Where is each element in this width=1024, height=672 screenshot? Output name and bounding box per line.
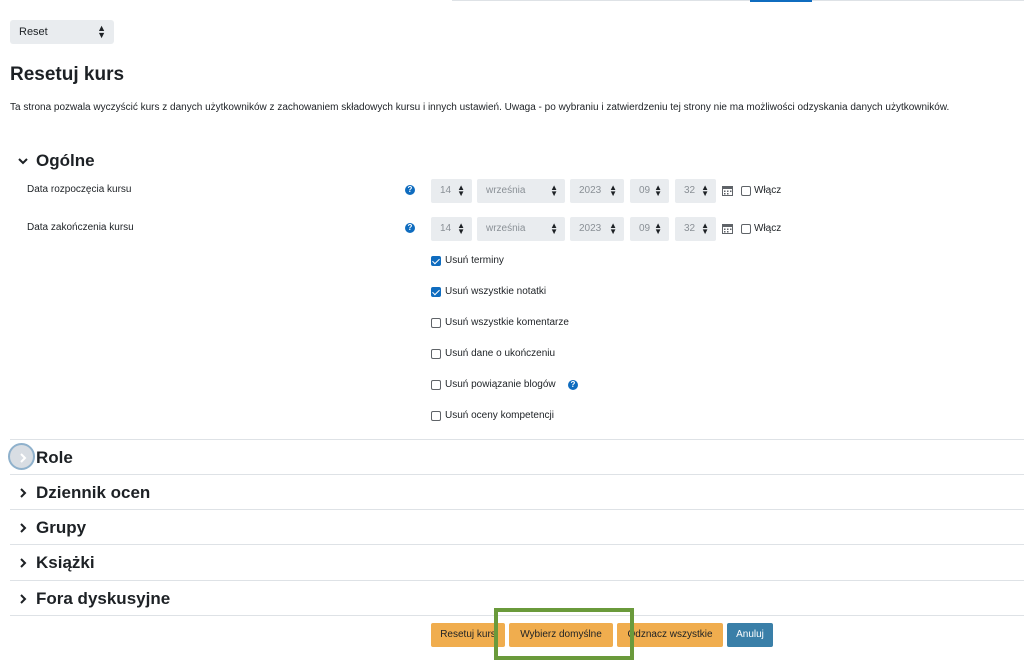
section-divider	[10, 439, 1024, 440]
page-intro: Ta strona pozwala wyczyścić kurs z danyc…	[10, 102, 950, 113]
start-date-label: Data rozpoczęcia kursu	[27, 184, 132, 195]
start-hour-select[interactable]: 09 ▲ ▼	[630, 179, 669, 203]
end-date-enable-label: Włącz	[754, 223, 782, 234]
calendar-icon[interactable]	[722, 223, 733, 234]
select-arrows-icon: ▲ ▼	[97, 23, 106, 40]
start-date-enable-checkbox[interactable]	[741, 186, 751, 196]
calendar-icon[interactable]	[722, 185, 733, 196]
course-admin-select[interactable]: Reset ▲ ▼	[10, 20, 114, 44]
end-day-select[interactable]: 14 ▲ ▼	[431, 217, 472, 241]
highlight-annotation	[494, 608, 634, 660]
chevron-right-icon	[20, 488, 27, 498]
chevron-right-icon	[20, 523, 27, 533]
section-books-title: Książki	[36, 553, 95, 572]
active-tab-indicator	[750, 0, 812, 2]
section-general-toggle[interactable]: Ogólne	[16, 151, 95, 171]
cancel-button[interactable]: Anuluj	[727, 623, 773, 647]
end-date-label: Data zakończenia kursu	[27, 222, 134, 233]
section-gradebook-title: Dziennik ocen	[36, 483, 151, 502]
start-day-select[interactable]: 14 ▲ ▼	[431, 179, 472, 203]
option-label: Usuń dane o ukończeniu	[445, 348, 556, 359]
section-divider	[10, 580, 1024, 581]
start-date-enable-label: Włącz	[754, 185, 782, 196]
option-checkbox[interactable]	[431, 287, 441, 297]
section-groups-toggle[interactable]: Grupy	[16, 518, 86, 538]
option-label: Usuń wszystkie komentarze	[445, 317, 569, 328]
option-label: Usuń oceny kompetencji	[445, 410, 554, 421]
option-label: Usuń powiązanie blogów	[445, 379, 556, 390]
start-month-select[interactable]: września ▲ ▼	[477, 179, 565, 203]
question-circle-icon[interactable]: ?	[405, 223, 415, 233]
question-circle-icon[interactable]: ?	[568, 380, 578, 390]
section-groups-title: Grupy	[36, 518, 87, 537]
option-checkbox[interactable]	[431, 380, 441, 390]
course-admin-select-value: Reset	[19, 26, 48, 38]
section-forums-toggle[interactable]: Fora dyskusyjne	[16, 589, 170, 609]
end-hour-select[interactable]: 09 ▲ ▼	[630, 217, 669, 241]
start-year-select[interactable]: 2023 ▲ ▼	[570, 179, 624, 203]
end-date-enable-checkbox[interactable]	[741, 224, 751, 234]
section-gradebook-toggle[interactable]: Dziennik ocen	[16, 483, 150, 503]
section-roles-title: Role	[36, 448, 73, 467]
section-divider	[10, 544, 1024, 545]
chevron-right-icon	[20, 453, 27, 463]
option-label: Usuń terminy	[445, 255, 504, 266]
option-checkbox[interactable]	[431, 411, 441, 421]
end-month-select[interactable]: września ▲ ▼	[477, 217, 565, 241]
option-checkbox[interactable]	[431, 256, 441, 266]
option-checkbox[interactable]	[431, 318, 441, 328]
end-minute-select[interactable]: 32 ▲ ▼	[675, 217, 716, 241]
section-general-title: Ogólne	[36, 151, 95, 170]
section-divider	[10, 509, 1024, 510]
end-year-select[interactable]: 2023 ▲ ▼	[570, 217, 624, 241]
page-title: Resetuj kurs	[10, 64, 125, 85]
section-books-toggle[interactable]: Książki	[16, 553, 95, 573]
section-divider	[10, 474, 1024, 475]
chevron-down-icon	[18, 158, 28, 165]
chevron-right-icon	[20, 594, 27, 604]
start-minute-select[interactable]: 32 ▲ ▼	[675, 179, 716, 203]
chevron-right-icon	[20, 558, 27, 568]
section-forums-title: Fora dyskusyjne	[36, 589, 171, 608]
question-circle-icon[interactable]: ?	[405, 185, 415, 195]
option-label: Usuń wszystkie notatki	[445, 286, 547, 297]
option-checkbox[interactable]	[431, 349, 441, 359]
section-roles-toggle[interactable]: Role	[16, 448, 73, 468]
top-divider	[452, 0, 1024, 1]
